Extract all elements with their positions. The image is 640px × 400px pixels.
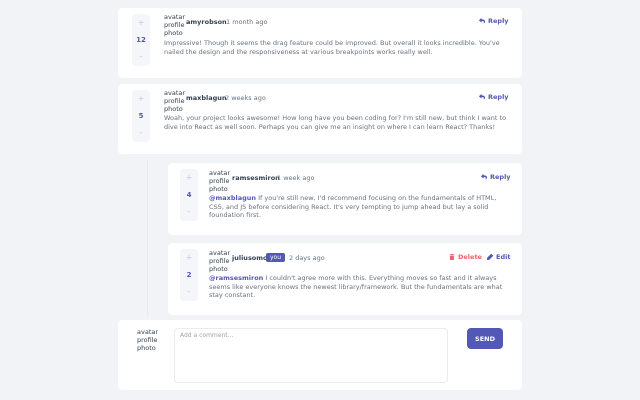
score-value: 12: [136, 36, 146, 44]
comment-content: Impressive! Though it seems the drag fea…: [164, 39, 500, 56]
delete-button[interactable]: Delete: [449, 253, 482, 261]
reply-icon: [479, 94, 485, 100]
downvote-button[interactable]: –: [139, 128, 143, 138]
username[interactable]: ramsesmiron: [232, 174, 280, 182]
upvote-button[interactable]: +: [186, 173, 193, 183]
vote-control: + 4 –: [180, 169, 198, 221]
timestamp: 1 month ago: [226, 18, 268, 26]
reply-button[interactable]: Reply: [481, 173, 511, 181]
comment-card: + 5 – avatar profile photo maxblagun 2 w…: [118, 84, 522, 154]
vote-control: + 2 –: [180, 249, 198, 301]
comment-card: + 12 – avatar profile photo amyrobson 1 …: [118, 8, 522, 78]
edit-label: Edit: [496, 253, 511, 261]
reply-card: + 4 – avatar profile photo ramsesmiron 1…: [168, 163, 522, 235]
timestamp: 2 weeks ago: [225, 94, 266, 102]
reply-content: @maxblagun If you're still new, I'd reco…: [209, 194, 504, 220]
comment-input[interactable]: [174, 328, 448, 383]
timestamp: 2 days ago: [289, 254, 325, 262]
trash-icon: [449, 254, 455, 260]
username[interactable]: amyrobson: [186, 18, 227, 26]
reply-label: Reply: [488, 93, 509, 101]
reply-button[interactable]: Reply: [479, 17, 509, 25]
delete-label: Delete: [458, 253, 482, 261]
reply-button[interactable]: Reply: [479, 93, 509, 101]
avatar: avatar profile photo: [137, 328, 159, 352]
add-comment-card: avatar profile photo SEND: [118, 320, 522, 390]
mention[interactable]: @ramsesmiron: [209, 274, 263, 282]
reply-card: + 2 – avatar profile photo juliusomo you…: [168, 243, 522, 315]
reply-icon: [479, 18, 485, 24]
mention[interactable]: @maxblagun: [209, 194, 256, 202]
send-button[interactable]: SEND: [467, 328, 503, 349]
timestamp: 1 week ago: [277, 174, 315, 182]
upvote-button[interactable]: +: [186, 253, 193, 263]
pencil-icon: [487, 254, 493, 260]
downvote-button[interactable]: –: [139, 52, 143, 62]
upvote-button[interactable]: +: [138, 94, 145, 104]
downvote-button[interactable]: –: [187, 207, 191, 217]
score-value: 5: [138, 112, 144, 120]
username[interactable]: juliusomo: [232, 254, 268, 262]
vote-control: + 5 –: [132, 90, 150, 142]
reply-content: @ramsesmiron I couldn't agree more with …: [209, 274, 504, 300]
vote-control: + 12 –: [132, 14, 150, 66]
edit-button[interactable]: Edit: [487, 253, 510, 261]
score-value: 2: [186, 271, 192, 279]
reply-icon: [481, 174, 487, 180]
reply-label: Reply: [490, 173, 511, 181]
comment-content: Woah, your project looks awesome! How lo…: [164, 114, 507, 131]
score-value: 4: [186, 191, 192, 199]
reply-thread-line: [147, 160, 148, 317]
reply-label: Reply: [488, 17, 509, 25]
username[interactable]: maxblagun: [186, 94, 227, 102]
you-badge: you: [266, 253, 286, 262]
downvote-button[interactable]: –: [187, 287, 191, 297]
upvote-button[interactable]: +: [138, 18, 145, 28]
